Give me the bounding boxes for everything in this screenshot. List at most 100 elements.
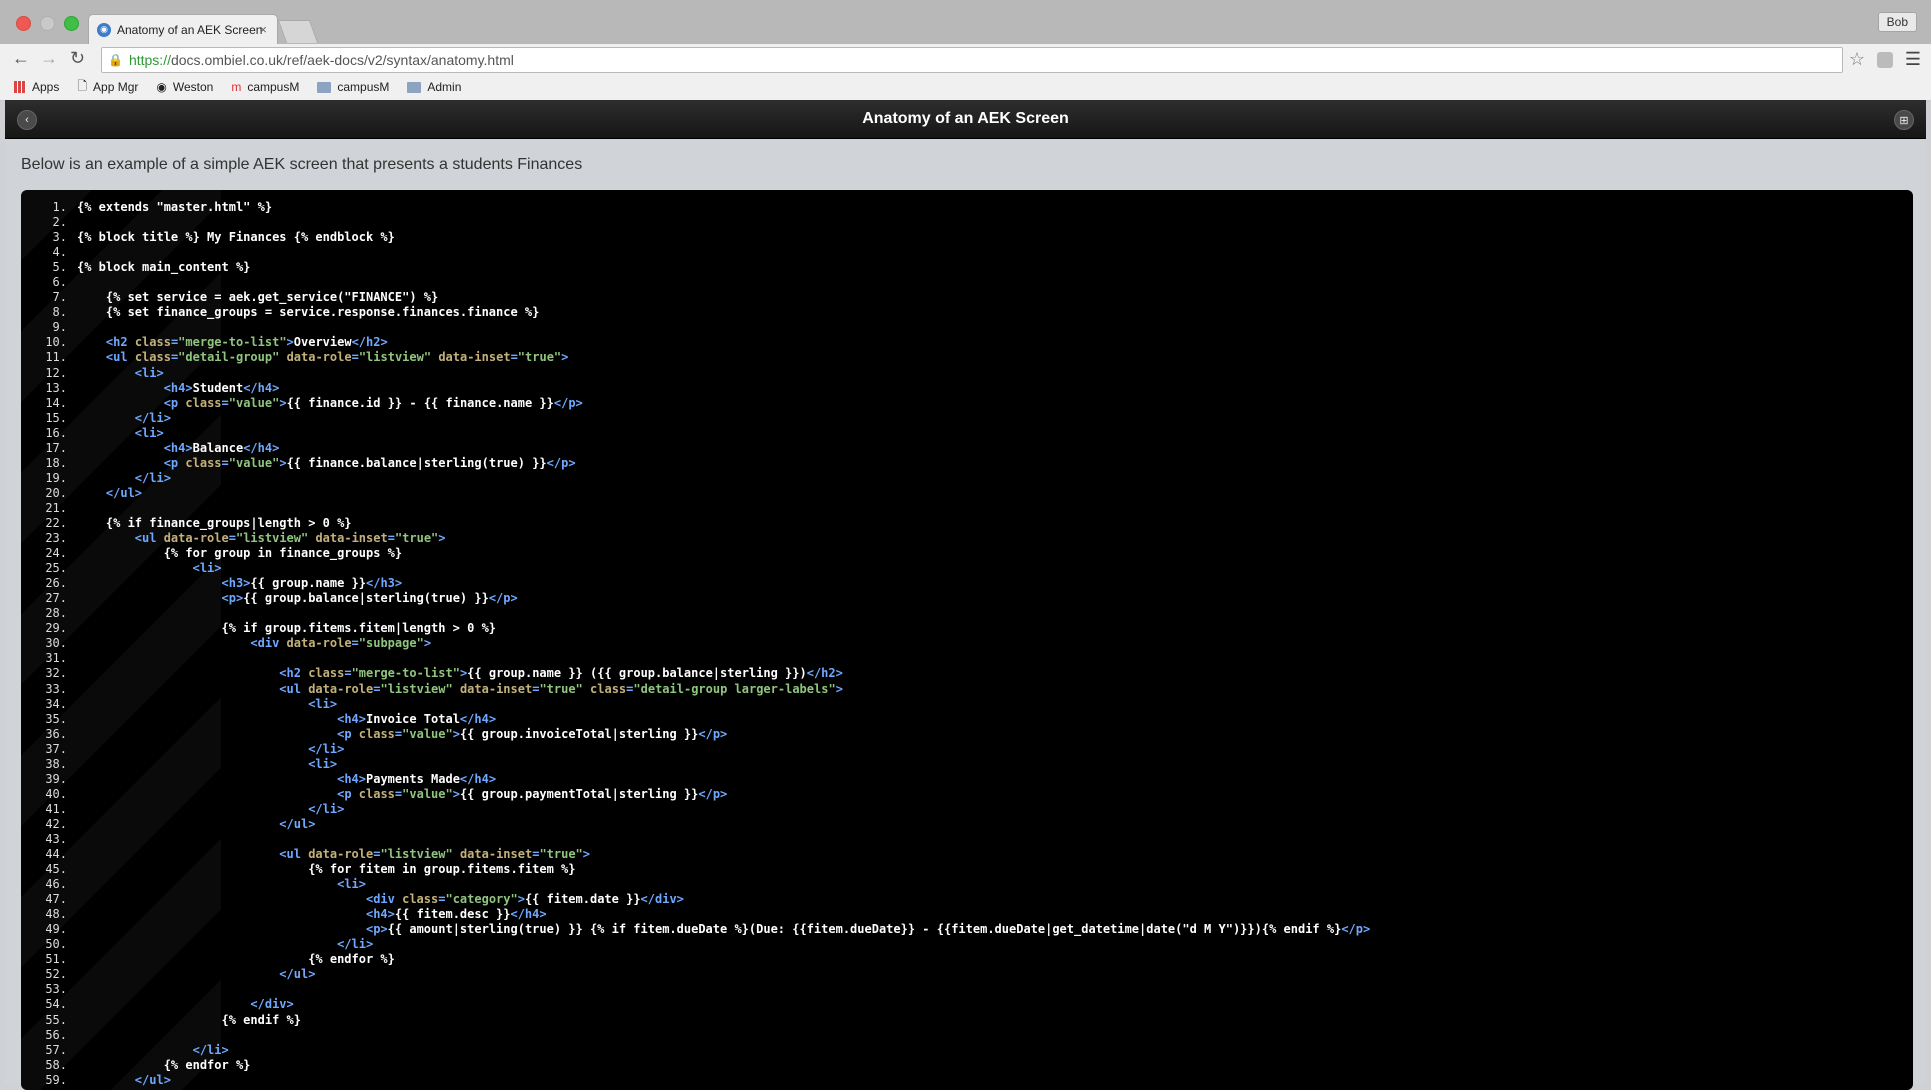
code-token: =: [221, 455, 229, 470]
code-line: 39. <h4>Payments Made</h4>: [35, 772, 1370, 787]
line-number: 29.: [45, 621, 67, 636]
line-number: 2.: [52, 215, 67, 230]
maximize-window-button[interactable]: [64, 16, 79, 31]
code-token: </li>: [308, 801, 345, 816]
code-line: 46. <li>: [35, 877, 1370, 892]
code-line: 9.: [35, 320, 1370, 335]
bookmark-star-icon[interactable]: ☆: [1849, 49, 1865, 70]
tab-active[interactable]: ◉ Anatomy of an AEK Screen ×: [88, 14, 278, 44]
line-number: 47.: [45, 892, 67, 907]
code-token: <li>: [308, 696, 338, 711]
code-line: 27. <p>{{ group.balance|sterling(true) }…: [35, 591, 1370, 606]
code-line: 58. {% endfor %}: [35, 1058, 1370, 1073]
code-token: <h4>: [163, 380, 193, 395]
code-token: data-role: [308, 847, 374, 862]
line-number: 55.: [45, 1012, 67, 1027]
code-token: class: [185, 395, 222, 410]
code-token: >: [279, 395, 287, 410]
code-line: 47. <div class="category">{{ fitem.date …: [35, 892, 1370, 907]
grid-menu-icon[interactable]: ⊞: [1894, 110, 1914, 130]
code-line: 11. <ul class="detail-group" data-role="…: [35, 350, 1370, 365]
new-tab-button[interactable]: [277, 20, 319, 43]
code-token: >: [561, 350, 569, 365]
line-number: 34.: [45, 696, 67, 711]
code-token: <li>: [337, 877, 366, 892]
code-token: <p>: [221, 591, 244, 606]
bookmark-admin[interactable]: Admin: [407, 80, 461, 94]
code-line: 36. <p class="value">{{ group.invoiceTot…: [35, 727, 1370, 742]
code-token: data-role: [308, 681, 374, 696]
code-line: 7. {% set service = aek.get_service("FIN…: [35, 290, 1370, 305]
code-token: {% set service = aek.get_service("FINANC…: [77, 290, 439, 305]
address-bar[interactable]: 🔒 https:// docs.ombiel.co.uk/ref/aek-doc…: [101, 47, 1843, 73]
code-line: 48. <h4>{{ fitem.desc }}</h4>: [35, 907, 1370, 922]
code-token: <ul: [105, 350, 135, 365]
code-token: <li>: [308, 756, 338, 771]
code-line: 43.: [35, 832, 1370, 847]
close-tab-icon[interactable]: ×: [259, 22, 267, 37]
code-token: </h2>: [806, 666, 843, 681]
code-token: <div: [365, 892, 403, 907]
code-token: </li>: [134, 470, 171, 485]
code-token: >: [517, 892, 525, 907]
reload-icon[interactable]: ↻: [70, 48, 85, 69]
bookmarks-bar: Apps 🗋 App Mgr ◉ Weston m campusM campusM A…: [0, 74, 1931, 101]
code-token: "category": [445, 892, 518, 907]
tab-strip: ◉ Anatomy of an AEK Screen × Bob: [0, 0, 1931, 44]
line-number: 27.: [45, 591, 67, 606]
code-token: </h4>: [510, 907, 547, 922]
url-path: docs.ombiel.co.uk/ref/aek-docs/v2/syntax…: [170, 52, 514, 68]
extension-icon[interactable]: [1877, 52, 1893, 68]
code-token: class: [308, 666, 345, 681]
code-line: 52. </ul>: [35, 967, 1370, 982]
bookmark-app-mgr[interactable]: 🗋 App Mgr: [77, 77, 138, 98]
code-token: "listview": [235, 531, 309, 546]
code-token: </li>: [192, 1042, 229, 1057]
code-token: <p: [337, 786, 359, 801]
line-number: 32.: [45, 666, 67, 681]
profile-button[interactable]: Bob: [1877, 12, 1917, 32]
line-number: 12.: [45, 365, 67, 380]
back-arrow-icon[interactable]: ←: [12, 48, 30, 69]
code-token: "value": [228, 395, 280, 410]
line-number: 36.: [45, 726, 67, 741]
line-number: 57.: [45, 1042, 67, 1057]
line-number: 11.: [45, 350, 67, 365]
line-number: 8.: [52, 305, 67, 320]
code-line: 57. </li>: [35, 1043, 1370, 1058]
back-button-icon[interactable]: ‹: [17, 110, 37, 130]
forward-arrow-icon[interactable]: →: [40, 48, 58, 69]
code-token: {{ group.invoiceTotal|sterling }}: [459, 726, 699, 741]
minimize-window-button[interactable]: [40, 16, 55, 31]
code-token: {% set finance_groups = service.response…: [77, 305, 540, 320]
code-token: <li>: [134, 425, 164, 440]
line-number: 19.: [45, 470, 67, 485]
line-number: 23.: [45, 531, 67, 546]
code-token: class: [590, 681, 627, 696]
code-line: 20. </ul>: [35, 486, 1370, 501]
page-content: Anatomy of an AEK Screen ‹ ⊞ Below is an…: [5, 100, 1926, 1090]
bookmark-campusm-1[interactable]: m campusM: [231, 80, 299, 94]
close-window-button[interactable]: [16, 16, 31, 31]
menu-icon[interactable]: ☰: [1905, 49, 1921, 70]
bookmark-apps[interactable]: Apps: [14, 80, 59, 94]
bookmark-weston[interactable]: ◉ Weston: [156, 80, 213, 94]
bookmark-campusm-2[interactable]: campusM: [317, 80, 389, 94]
code-token: =: [510, 350, 518, 365]
code-token: {{ group.balance|sterling(true) }}: [243, 591, 489, 606]
line-number: 4.: [52, 245, 67, 260]
code-line: 5. {% block main_content %}: [35, 260, 1370, 275]
code-line: 35. <h4>Invoice Total</h4>: [35, 712, 1370, 727]
